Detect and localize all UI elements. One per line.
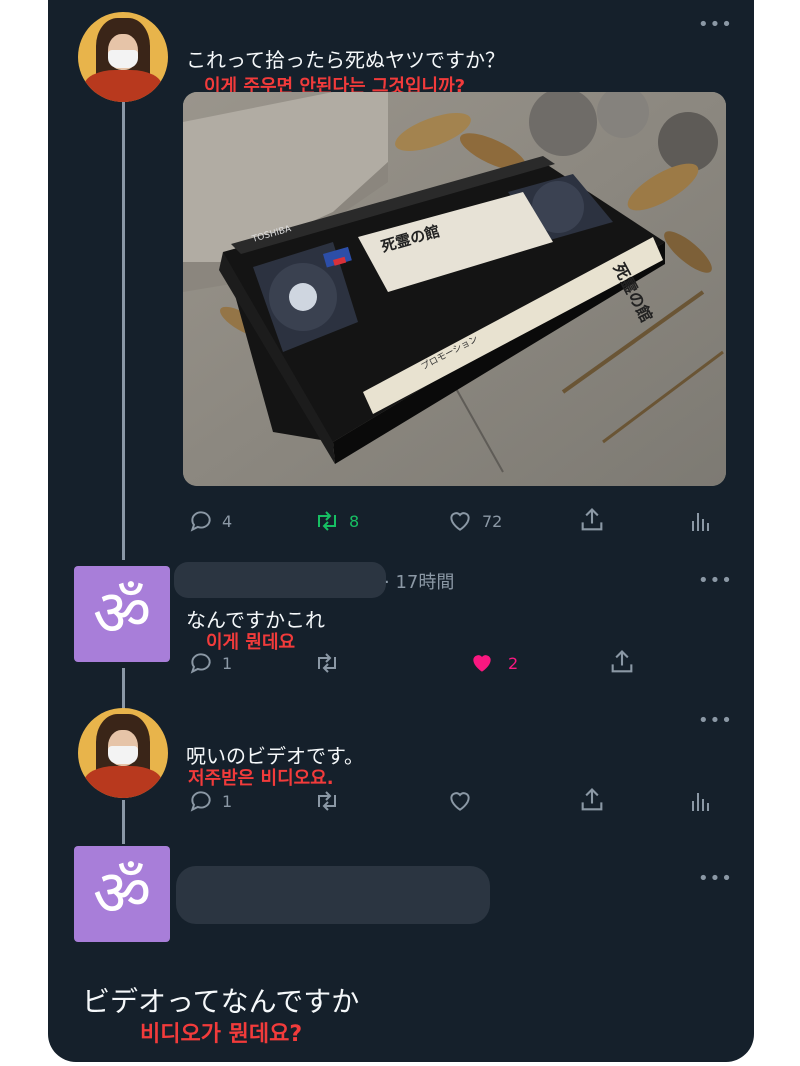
retweet-button[interactable]: 8 [313,508,359,534]
tweet-image-vhs-tape[interactable]: TOSHIBA 死霊の館 死霊の館 プロモーション [183,92,726,486]
analytics-icon [692,793,709,811]
thread-line [122,668,125,710]
redacted-username [176,866,490,924]
user-avatar-om[interactable]: ॐ [74,846,170,942]
translation-caption: 비디오가 뭔데요? [140,1022,303,1047]
reply-count: 1 [222,653,233,673]
share-icon [581,508,603,531]
thread-line [122,800,125,844]
share-button[interactable] [578,506,606,534]
reply-count: 1 [222,791,233,811]
analytics-icon [692,513,709,531]
heart-filled-icon [473,655,491,672]
redacted-username [174,562,386,598]
user-avatar[interactable] [78,12,168,102]
more-options-icon[interactable]: ••• [698,570,733,591]
retweet-count: 8 [349,511,360,531]
reply-icon [190,791,211,812]
user-avatar-om[interactable]: ॐ [74,566,170,662]
retweet-button[interactable] [313,650,341,676]
retweet-icon [318,511,336,531]
share-button[interactable] [608,648,636,676]
tweet-timestamp[interactable]: · 17時間 [384,568,454,594]
analytics-button[interactable] [688,508,712,534]
vhs-tape-photo: TOSHIBA 死霊の館 死霊の館 プロモーション [183,92,726,486]
like-button[interactable]: 72 [446,508,502,534]
heart-icon [450,512,470,531]
user-avatar[interactable] [78,708,168,798]
retweet-icon [318,791,336,811]
more-options-icon[interactable]: ••• [698,14,733,35]
like-count: 2 [508,653,519,673]
reply-icon [190,653,211,674]
reply-count: 4 [222,511,233,531]
heart-icon [450,792,470,811]
translation-caption: 저주받은 비디오요. [188,768,334,789]
reply-icon [190,511,211,532]
thread-line [122,102,125,560]
more-options-icon[interactable]: ••• [698,868,733,889]
share-icon [581,788,603,811]
tweet-text: ビデオってなんですか [82,985,360,1018]
share-icon [611,650,633,673]
reply-button[interactable]: 4 [188,508,232,534]
reply-button[interactable]: 1 [188,788,232,814]
retweet-button[interactable] [313,788,341,814]
twitter-thread-screen: ••• これって拾ったら死ぬヤツですか？ 이게 주우면 안된다는 그것입니까? [48,0,754,1062]
like-count: 72 [482,511,503,531]
retweet-icon [318,653,336,673]
more-options-icon[interactable]: ••• [698,710,733,731]
tweet-text: これって拾ったら死ぬヤツですか？ [186,48,505,72]
like-button[interactable] [446,788,474,814]
share-button[interactable] [578,786,606,814]
reply-button[interactable]: 1 [188,650,232,676]
analytics-button[interactable] [688,788,712,814]
like-button[interactable]: 2 [468,650,518,676]
